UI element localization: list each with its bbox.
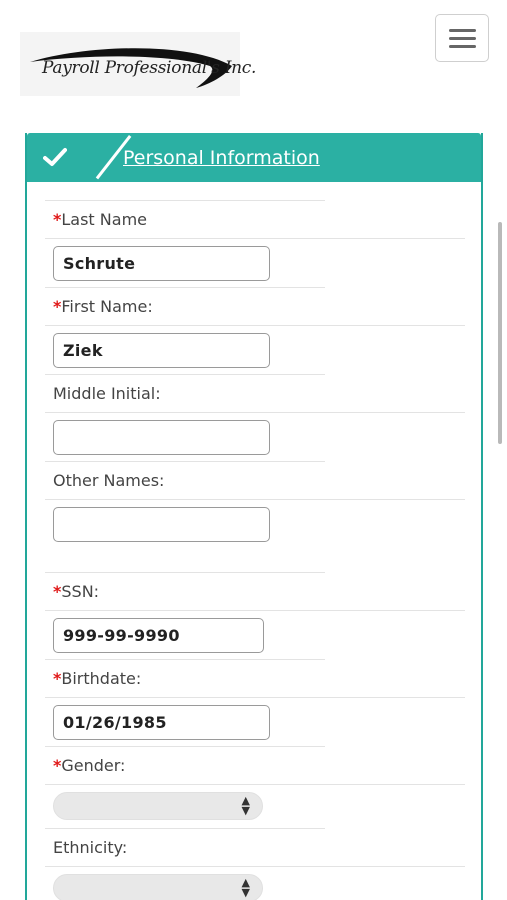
divider [45, 866, 465, 867]
divider [45, 325, 465, 326]
panel-header[interactable]: Personal Information [27, 133, 481, 182]
divider [45, 697, 465, 698]
company-logo[interactable]: Payroll Professional's Inc. [20, 32, 256, 96]
divider [45, 746, 325, 747]
ethnicity-label: Ethnicity: [53, 838, 128, 857]
middle-initial-input[interactable] [53, 420, 270, 455]
divider [45, 499, 465, 500]
last-name-label-text: Last Name [61, 210, 147, 229]
hamburger-menu-icon [449, 37, 476, 40]
divider [45, 784, 465, 785]
first-name-input[interactable] [53, 333, 270, 368]
scrollbar[interactable] [498, 222, 502, 444]
divider [45, 374, 325, 375]
divider [45, 659, 325, 660]
birthdate-input[interactable] [53, 705, 270, 740]
hamburger-menu-icon [449, 45, 476, 48]
ssn-input[interactable] [53, 618, 264, 653]
gender-label-text: Gender: [61, 756, 126, 775]
divider [45, 828, 325, 829]
personal-information-panel: Personal Information *Last Name *First N… [25, 133, 483, 900]
panel-title[interactable]: Personal Information [123, 147, 320, 169]
ssn-label: *SSN: [53, 582, 99, 601]
other-names-label: Other Names: [53, 471, 165, 490]
middle-initial-label: Middle Initial: [53, 384, 161, 403]
ssn-label-text: SSN: [61, 582, 100, 601]
divider [45, 238, 465, 239]
divider [45, 610, 465, 611]
divider [45, 412, 465, 413]
ethnicity-select[interactable]: ▲ ▼ [53, 874, 263, 900]
last-name-label: *Last Name [53, 210, 147, 229]
birthdate-label-text: Birthdate: [61, 669, 142, 688]
birthdate-label: *Birthdate: [53, 669, 141, 688]
checkmark-icon [43, 148, 67, 166]
divider [45, 572, 325, 573]
last-name-input[interactable] [53, 246, 270, 281]
gender-select[interactable]: ▲ ▼ [53, 792, 263, 820]
first-name-label-text: First Name: [61, 297, 153, 316]
gender-label: *Gender: [53, 756, 125, 775]
divider [45, 461, 325, 462]
select-updown-icon: ▲ ▼ [241, 794, 250, 817]
divider [45, 287, 325, 288]
menu-button[interactable] [435, 14, 489, 62]
other-names-input[interactable] [53, 507, 270, 542]
logo-text: Payroll Professional's Inc. [42, 58, 257, 78]
hamburger-menu-icon [449, 29, 476, 32]
select-updown-icon: ▲ ▼ [241, 876, 250, 899]
first-name-label: *First Name: [53, 297, 153, 316]
divider [45, 200, 325, 201]
page: Payroll Professional's Inc. Personal Inf… [0, 0, 507, 900]
